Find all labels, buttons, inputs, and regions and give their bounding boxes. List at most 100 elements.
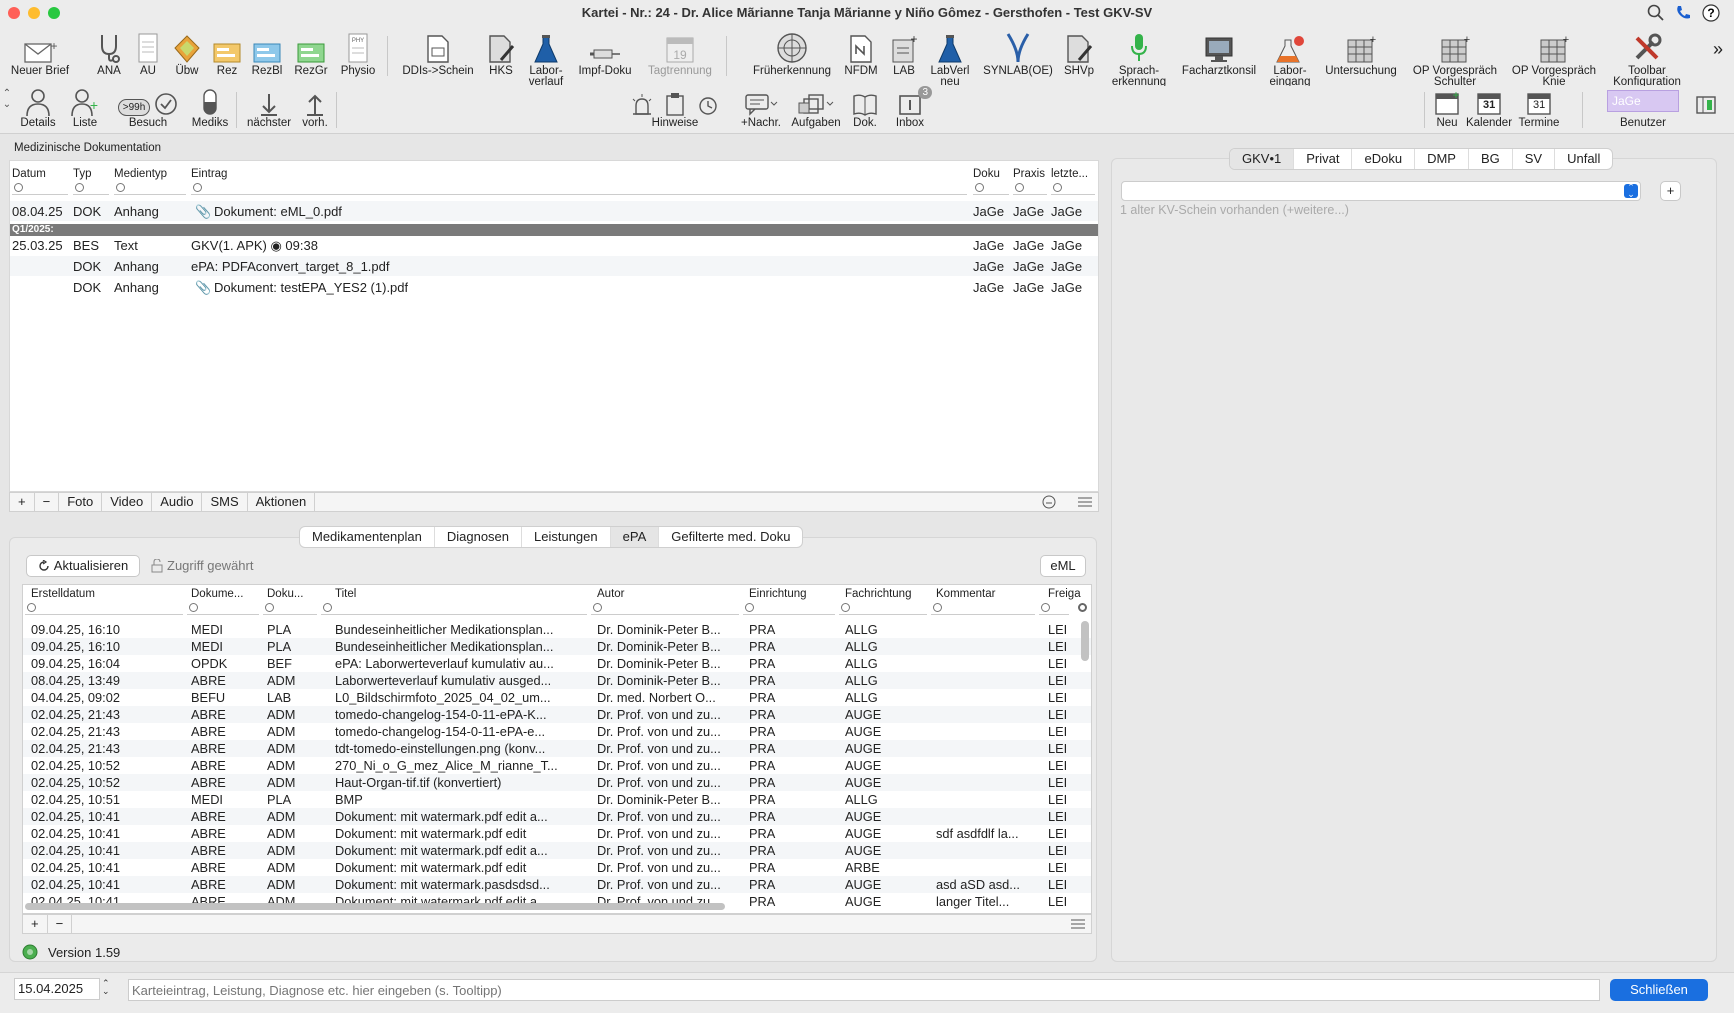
- filter-titel[interactable]: [321, 601, 587, 615]
- sms-button[interactable]: SMS: [202, 493, 248, 511]
- filter-letzte[interactable]: [1051, 181, 1095, 195]
- add-entry-button[interactable]: +: [10, 493, 35, 511]
- table-row[interactable]: 09.04.25, 16:10 MEDI PLA Bundeseinheitliche…: [23, 621, 1091, 638]
- col-header-einrichtung[interactable]: Einrichtung: [749, 588, 807, 600]
- col-header-letzte[interactable]: letzte...: [1051, 168, 1088, 180]
- vorh-button[interactable]: vorh.: [300, 88, 330, 129]
- col-header-medientyp[interactable]: Medientyp: [114, 168, 167, 180]
- table-row[interactable]: 02.04.25, 10:52 ABRE ADM 270_Ni_o_G_mez_Ali…: [23, 757, 1091, 774]
- vertical-scrollbar[interactable]: [1081, 621, 1089, 661]
- list-view-icon[interactable]: [1078, 496, 1092, 508]
- table-row[interactable]: 02.04.25, 10:51 MEDI PLA BMP Dr. Dominik-Pet…: [23, 791, 1091, 808]
- physio-button[interactable]: PHY Physio: [338, 28, 378, 77]
- col-header-eintrag[interactable]: Eintrag: [191, 168, 227, 180]
- naechster-button[interactable]: nächster: [244, 88, 294, 129]
- schein-select[interactable]: ⌃ ⌄: [1121, 181, 1641, 201]
- hks-button[interactable]: HKS: [487, 28, 515, 77]
- tab-dmp[interactable]: DMP: [1415, 149, 1469, 169]
- tab-epa[interactable]: ePA: [610, 527, 660, 547]
- list-view-icon[interactable]: [1071, 918, 1085, 930]
- filter-datum[interactable]: [12, 181, 68, 195]
- cell-letzte[interactable]: JaGe: [1051, 280, 1082, 295]
- hinweise-button[interactable]: Hinweise: [620, 88, 730, 129]
- table-row[interactable]: 09.04.25, 16:04 OPDK BEF ePA: Laborwertever…: [23, 655, 1091, 672]
- benutzer-field[interactable]: JaGe: [1607, 90, 1679, 112]
- search-icon[interactable]: [1647, 4, 1665, 22]
- cell-medientyp[interactable]: Anhang: [114, 280, 159, 295]
- collapse-icon[interactable]: ⌃ ⌄: [2, 88, 12, 110]
- horizontal-scrollbar[interactable]: [25, 903, 725, 910]
- add-schein-button[interactable]: +: [1660, 181, 1681, 201]
- filter-medientyp[interactable]: [114, 181, 186, 195]
- rezgr-button[interactable]: RezGr: [292, 28, 330, 77]
- dok-button[interactable]: Dok.: [850, 88, 880, 129]
- cell-doku[interactable]: JaGe: [973, 259, 1004, 274]
- col-header-freigabe[interactable]: Freiga: [1048, 588, 1081, 600]
- col-header-datum[interactable]: Datum: [12, 168, 46, 180]
- table-row[interactable]: 02.04.25, 10:41 ABRE ADM Dokument: mit wate…: [23, 808, 1091, 825]
- cell-datum[interactable]: 25.03.25: [12, 238, 63, 253]
- maximize-window-button[interactable]: [48, 7, 60, 19]
- cell-medientyp[interactable]: Anhang: [114, 204, 159, 219]
- uebw-button[interactable]: Übw: [170, 28, 204, 77]
- neu-button[interactable]: + Neu: [1432, 88, 1462, 129]
- toolbar-overflow-icon[interactable]: »: [1708, 40, 1728, 58]
- filter-autor[interactable]: [591, 601, 739, 615]
- col-header-doku[interactable]: Doku: [973, 168, 1000, 180]
- tab-edoku[interactable]: eDoku: [1352, 149, 1416, 169]
- table-row[interactable]: 02.04.25, 10:41 ABRE ADM Dokument: mit wate…: [23, 842, 1091, 859]
- cell-datum[interactable]: 08.04.25: [12, 204, 63, 219]
- nachricht-button[interactable]: +Nachr.: [738, 88, 784, 129]
- sidebar-toggle-icon[interactable]: [1694, 94, 1718, 116]
- spracherkennung-button[interactable]: Sprach- erkennung: [1108, 28, 1170, 88]
- tab-diagnosen[interactable]: Diagnosen: [435, 527, 523, 547]
- details-button[interactable]: Details: [18, 88, 58, 129]
- cell-letzte[interactable]: JaGe: [1051, 238, 1082, 253]
- cell-medientyp[interactable]: Text: [114, 238, 138, 253]
- cell-typ[interactable]: DOK: [73, 280, 101, 295]
- table-row[interactable]: 02.04.25, 10:41 ABRE ADM Dokument: mit wate…: [23, 825, 1091, 842]
- tab-gkv1[interactable]: GKV•1: [1230, 149, 1295, 169]
- tab-privat[interactable]: Privat: [1294, 149, 1353, 169]
- cell-typ[interactable]: DOK: [73, 259, 101, 274]
- table-row[interactable]: 02.04.25, 21:43 ABRE ADM tomedo-changelog-1…: [23, 706, 1091, 723]
- impf-doku-button[interactable]: Impf-Doku: [574, 28, 636, 77]
- quarter-group-header[interactable]: Q1/2025:: [10, 224, 1098, 236]
- tab-medikamentenplan[interactable]: Medikamentenplan: [300, 527, 435, 547]
- inbox-button[interactable]: 3 Inbox: [890, 86, 932, 129]
- minimize-window-button[interactable]: [28, 7, 40, 19]
- table-row[interactable]: 02.04.25, 10:52 ABRE ADM Haut-Organ-tif.tif…: [23, 774, 1091, 791]
- cell-doku[interactable]: JaGe: [973, 238, 1004, 253]
- col-header-fachrichtung[interactable]: Fachrichtung: [845, 588, 911, 600]
- termine-button[interactable]: 31 Termine: [1516, 88, 1562, 129]
- laboreingang-button[interactable]: Labor- eingang: [1264, 28, 1316, 88]
- mediks-button[interactable]: Mediks: [190, 88, 230, 129]
- col-header-kommentar[interactable]: Kommentar: [936, 588, 995, 600]
- filter-dokutyp[interactable]: [263, 601, 317, 615]
- filter-fachrichtung[interactable]: [839, 601, 927, 615]
- cell-praxis[interactable]: JaGe: [1013, 204, 1044, 219]
- filter-eintrag[interactable]: [191, 181, 967, 195]
- cell-praxis[interactable]: JaGe: [1013, 259, 1044, 274]
- liste-button[interactable]: + Liste: [68, 88, 102, 129]
- phone-icon[interactable]: [1674, 4, 1692, 22]
- tab-leistungen[interactable]: Leistungen: [522, 527, 611, 547]
- filter-doku[interactable]: [973, 181, 1009, 195]
- neuer-brief-button[interactable]: + Neuer Brief: [6, 28, 74, 77]
- op-vorgespraech-knie-button[interactable]: + OP Vorgespräch Knie: [1508, 28, 1600, 88]
- epa-remove-button[interactable]: −: [48, 915, 73, 933]
- cell-doku[interactable]: JaGe: [973, 204, 1004, 219]
- cell-medientyp[interactable]: Anhang: [114, 259, 159, 274]
- filter-einrichtung[interactable]: [743, 601, 835, 615]
- table-row[interactable]: 02.04.25, 21:43 ABRE ADM tdt-tomedo-einstel…: [23, 740, 1091, 757]
- cell-eintrag[interactable]: Dokument: testEPA_YES2 (1).pdf: [214, 280, 408, 295]
- col-header-erstelldatum[interactable]: Erstelldatum: [31, 588, 95, 600]
- ddis-schein-button[interactable]: DDIs->Schein: [398, 28, 478, 77]
- cell-doku[interactable]: JaGe: [973, 280, 1004, 295]
- frueherkennung-button[interactable]: Früherkennung: [748, 28, 836, 77]
- cell-praxis[interactable]: JaGe: [1013, 238, 1044, 253]
- video-button[interactable]: Video: [102, 493, 153, 511]
- table-row[interactable]: 09.04.25, 16:10 MEDI PLA Bundeseinheitliche…: [23, 638, 1091, 655]
- audio-button[interactable]: Audio: [152, 493, 203, 511]
- ana-button[interactable]: ANA: [92, 28, 126, 77]
